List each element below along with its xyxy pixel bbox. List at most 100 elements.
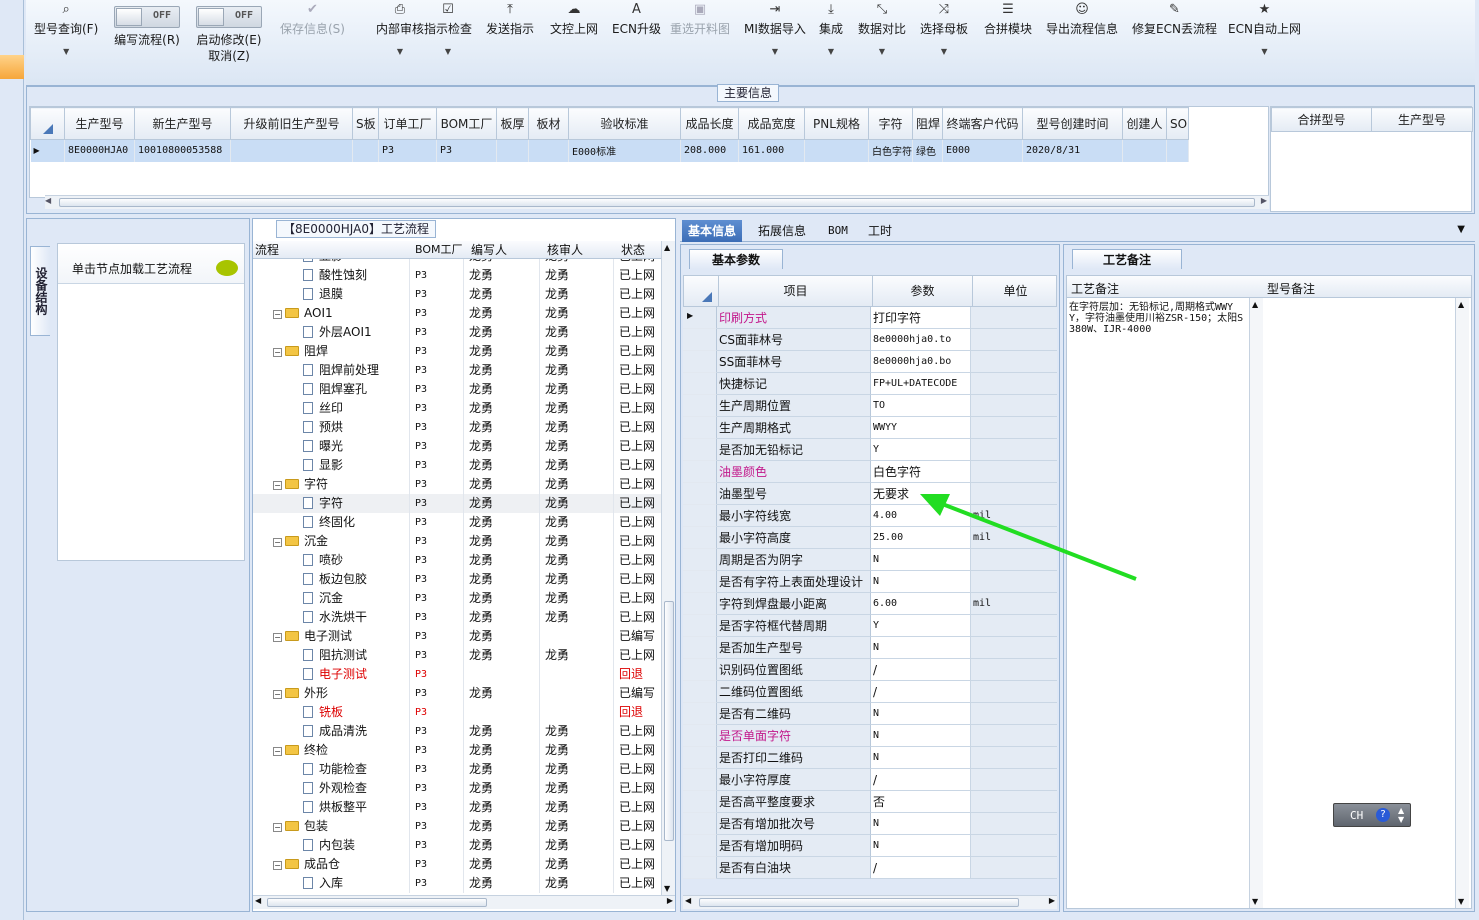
main-col-header[interactable]: 成品长度 bbox=[680, 107, 739, 140]
flow-row[interactable]: 入库 P3 龙勇 龙勇 已上网 bbox=[253, 874, 661, 893]
row-header[interactable] bbox=[683, 483, 717, 505]
param-value[interactable]: Y bbox=[871, 615, 971, 637]
flow-row[interactable]: 外层AOI1 P3 龙勇 龙勇 已上网 bbox=[253, 323, 661, 342]
flow-row[interactable]: 酸性蚀刻 P3 龙勇 龙勇 已上网 bbox=[253, 266, 661, 285]
structure-tree[interactable]: 单击节点加载工艺流程 bbox=[57, 243, 245, 561]
param-value[interactable]: Y bbox=[871, 439, 971, 461]
collapse-icon[interactable]: − bbox=[273, 538, 282, 547]
main-col-header[interactable]: BOM工厂 bbox=[436, 107, 497, 140]
main-grid-hscrollbar[interactable]: ◀ ▶ bbox=[45, 195, 1269, 209]
param-row[interactable]: 生产周期格式 WWYY bbox=[683, 417, 1057, 439]
flow-row[interactable]: 成品清洗 P3 龙勇 龙勇 已上网 bbox=[253, 722, 661, 741]
toolbar-item-2[interactable]: OFF 启动修改(E) 取消(Z) bbox=[196, 6, 262, 64]
main-col-header[interactable]: 生产型号 bbox=[64, 107, 135, 140]
flow-row[interactable]: − 阻焊 P3 龙勇 龙勇 已上网 bbox=[253, 342, 661, 361]
tab-bom[interactable]: BOM bbox=[822, 220, 854, 242]
flow-row[interactable]: 铣板 P3 回退 bbox=[253, 703, 661, 722]
flow-row[interactable]: 板边包胶 P3 龙勇 龙勇 已上网 bbox=[253, 570, 661, 589]
row-header[interactable] bbox=[683, 395, 717, 417]
main-cell[interactable] bbox=[352, 139, 379, 162]
param-row[interactable]: 是否有增加明码 N bbox=[683, 835, 1057, 857]
toolbar-item-12[interactable]: ⤡ 数据对比 ▼ bbox=[858, 2, 906, 59]
row-header[interactable] bbox=[683, 835, 717, 857]
flow-row[interactable]: − 沉金 P3 龙勇 龙勇 已上网 bbox=[253, 532, 661, 551]
toolbar-item-11[interactable]: ⤓ 集成 ▼ bbox=[819, 2, 843, 59]
row-header[interactable] bbox=[683, 527, 717, 549]
row-header[interactable] bbox=[683, 593, 717, 615]
ime-toolbar[interactable]: CH ? ▲ ▼ bbox=[1333, 803, 1411, 827]
row-header[interactable]: ▶ bbox=[683, 307, 717, 329]
main-cell[interactable] bbox=[804, 139, 869, 162]
param-row[interactable]: 是否打印二维码 N bbox=[683, 747, 1057, 769]
param-row[interactable]: 二维码位置图纸 / bbox=[683, 681, 1057, 703]
param-row[interactable]: 是否单面字符 N bbox=[683, 725, 1057, 747]
param-value[interactable]: FP+UL+DATECODE bbox=[871, 373, 971, 395]
row-header[interactable] bbox=[683, 703, 717, 725]
flow-row[interactable]: − 成品仓 P3 龙勇 龙勇 已上网 bbox=[253, 855, 661, 874]
row-header[interactable] bbox=[683, 439, 717, 461]
param-value[interactable]: N bbox=[871, 813, 971, 835]
dropdown-arrow-icon[interactable]: ▼ bbox=[34, 45, 98, 59]
main-cell[interactable]: P3 bbox=[436, 139, 497, 162]
ime-language[interactable]: CH bbox=[1350, 809, 1363, 822]
flow-row[interactable]: 终固化 P3 龙勇 龙勇 已上网 bbox=[253, 513, 661, 532]
param-value[interactable]: 否 bbox=[871, 791, 971, 813]
toolbar-item-9[interactable]: ▣ 重选开料图 bbox=[670, 2, 730, 37]
param-row[interactable]: 是否加无铅标记 Y bbox=[683, 439, 1057, 461]
main-col-header[interactable]: SO bbox=[1166, 107, 1189, 140]
param-row[interactable]: 快捷标记 FP+UL+DATECODE bbox=[683, 373, 1057, 395]
param-row[interactable]: 是否有白油块 / bbox=[683, 857, 1057, 879]
main-col-header[interactable]: 订单工厂 bbox=[378, 107, 437, 140]
main-col-header[interactable]: 字符 bbox=[868, 107, 913, 140]
param-row[interactable]: ▶ 印刷方式 打印字符 bbox=[683, 307, 1057, 329]
toolbar-item-8[interactable]: A ECN升级 bbox=[612, 2, 661, 37]
row-header[interactable] bbox=[683, 373, 717, 395]
main-col-header[interactable]: 板厚 bbox=[496, 107, 529, 140]
param-value[interactable]: / bbox=[871, 659, 971, 681]
collapse-icon[interactable]: − bbox=[273, 310, 282, 319]
row-header[interactable] bbox=[683, 417, 717, 439]
toolbar-item-6[interactable]: ⤒ 发送指示 bbox=[486, 2, 534, 37]
row-header[interactable] bbox=[683, 571, 717, 593]
dropdown-arrow-icon[interactable]: ▼ bbox=[1228, 45, 1301, 59]
flow-row[interactable]: 显影 P3 龙勇 龙勇 已上网 bbox=[253, 259, 661, 266]
collapse-icon[interactable]: − bbox=[273, 633, 282, 642]
flow-row[interactable]: − 电子测试 P3 龙勇 已编写 bbox=[253, 627, 661, 646]
flow-row[interactable]: − 外形 P3 龙勇 已编写 bbox=[253, 684, 661, 703]
toolbar-item-0[interactable]: ⌕ 型号查询(F) ▼ bbox=[34, 2, 98, 59]
params-hscrollbar[interactable]: ◀ ▶ bbox=[683, 895, 1057, 909]
main-cell[interactable] bbox=[496, 139, 529, 162]
param-value[interactable]: / bbox=[871, 857, 971, 879]
toolbar-item-7[interactable]: ☁ 文控上网 bbox=[550, 2, 598, 37]
main-col-header[interactable]: 新生产型号 bbox=[134, 107, 231, 140]
model-note-scrollbar[interactable]: ▲ ▼ bbox=[1455, 298, 1469, 908]
param-row[interactable]: SS面菲林号 8e0000hja0.bo bbox=[683, 351, 1057, 373]
toggle-switch-2[interactable]: OFF bbox=[196, 6, 262, 28]
dropdown-arrow-icon[interactable]: ▼ bbox=[744, 45, 806, 59]
toggle-switch-1[interactable]: OFF bbox=[114, 6, 180, 28]
main-cell[interactable]: E000 bbox=[942, 139, 1023, 162]
main-col-header[interactable]: S板 bbox=[352, 107, 379, 140]
param-value[interactable]: 打印字符 bbox=[871, 307, 971, 329]
process-note-scrollbar[interactable]: ▲ ▼ bbox=[1249, 298, 1263, 908]
process-note-text[interactable]: 在字符层加：无铅标记,周期格式WWYY，字符油墨使用川裕ZSR-150；太阳S3… bbox=[1069, 302, 1249, 335]
flow-row[interactable]: 阻焊前处理 P3 龙勇 龙勇 已上网 bbox=[253, 361, 661, 380]
param-row[interactable]: 是否有二维码 N bbox=[683, 703, 1057, 725]
flow-row[interactable]: 喷砂 P3 龙勇 龙勇 已上网 bbox=[253, 551, 661, 570]
main-col-header[interactable]: 阻焊 bbox=[912, 107, 943, 140]
flow-row[interactable]: 沉金 P3 龙勇 龙勇 已上网 bbox=[253, 589, 661, 608]
toolbar-sublabel[interactable]: 取消(Z) bbox=[196, 48, 262, 64]
toolbar-item-17[interactable]: ★ ECN自动上网 ▼ bbox=[1228, 2, 1301, 59]
param-value[interactable]: N bbox=[871, 835, 971, 857]
collapse-icon[interactable]: − bbox=[273, 823, 282, 832]
param-row[interactable]: CS面菲林号 8e0000hja0.to bbox=[683, 329, 1057, 351]
row-header[interactable] bbox=[683, 505, 717, 527]
dropdown-arrow-icon[interactable]: ▼ bbox=[376, 45, 424, 59]
main-cell[interactable]: 白色字符 bbox=[868, 139, 913, 162]
flow-vscrollbar[interactable]: ▲ ▼ bbox=[661, 241, 675, 895]
row-header[interactable] bbox=[683, 681, 717, 703]
param-row[interactable]: 识别码位置图纸 / bbox=[683, 659, 1057, 681]
flow-row[interactable]: 退膜 P3 龙勇 龙勇 已上网 bbox=[253, 285, 661, 304]
main-cell[interactable]: 161.000 bbox=[738, 139, 805, 162]
row-header[interactable] bbox=[683, 329, 717, 351]
